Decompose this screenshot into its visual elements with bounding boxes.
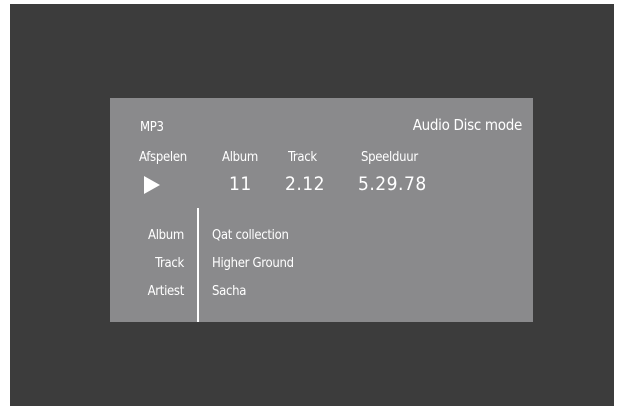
format-label: MP3 — [140, 120, 164, 135]
play-icon — [144, 176, 160, 194]
album-number-value: 11 — [229, 173, 252, 195]
artist-name-value: Sacha — [212, 284, 247, 299]
player-info-panel: MP3 Audio Disc mode Afspelen Album Track… — [110, 98, 533, 322]
mode-title: Audio Disc mode — [412, 116, 523, 134]
track-name-label: Track — [155, 256, 184, 271]
screen-background: MP3 Audio Disc mode Afspelen Album Track… — [10, 4, 614, 406]
track-number-label: Track — [288, 150, 317, 165]
play-status-label: Afspelen — [139, 150, 187, 165]
album-number-label: Album — [222, 150, 258, 165]
duration-value: 5.29.78 — [358, 173, 427, 195]
album-name-value: Qat collection — [212, 228, 289, 243]
info-divider — [197, 208, 199, 322]
track-name-value: Higher Ground — [212, 256, 294, 271]
album-name-label: Album — [148, 228, 184, 243]
track-number-value: 2.12 — [285, 173, 326, 195]
artist-name-label: Artiest — [147, 284, 185, 299]
duration-label: Speelduur — [361, 150, 418, 165]
